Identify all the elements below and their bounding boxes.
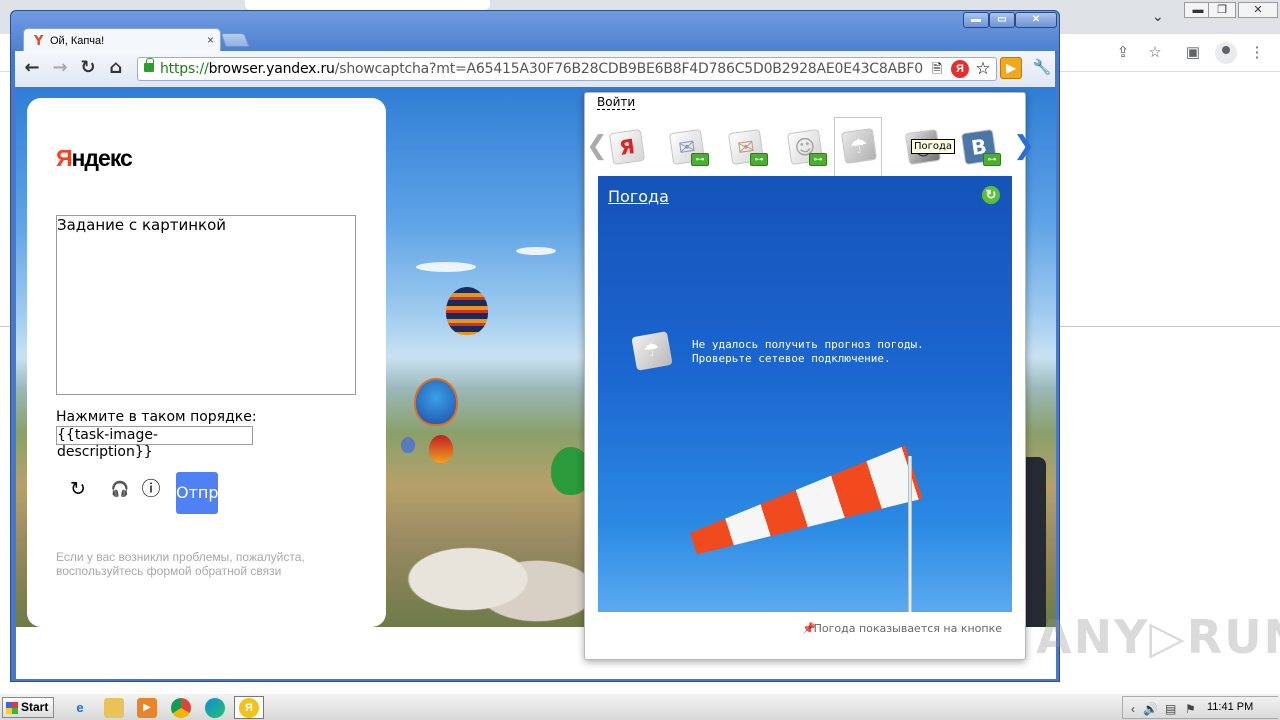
taskbar: Start e ▶ Я ‹ 🔊 ▤ ⚑ 11:41 PM: [0, 693, 1280, 720]
task-image-box[interactable]: Задание с картинкой: [56, 215, 356, 395]
taskbar-active-item[interactable]: Я: [234, 696, 264, 719]
forward-button[interactable]: →: [49, 57, 71, 79]
windsock-pole: [908, 456, 912, 612]
help-text[interactable]: Если у вас возникли проблемы, пожалуйста…: [56, 550, 326, 578]
browser-toolbar: ← → ↻ ⌂ https://browser.yandex.ru/showca…: [15, 51, 1055, 87]
weather-error-message: Не удалось получить прогноз погоды. Пров…: [692, 338, 924, 366]
order-description: {{task-image-description}}: [56, 426, 253, 460]
captcha-card: Яндекс Задание с картинкой Нажмите в так…: [27, 98, 386, 627]
service-yandex[interactable]: Я: [603, 125, 651, 167]
bookmark-star-icon[interactable]: ☆: [1144, 42, 1166, 64]
clock[interactable]: 11:41 PM: [1207, 701, 1253, 713]
yandex-logo: Яндекс: [56, 145, 133, 171]
folder-icon[interactable]: [104, 698, 124, 718]
hot-air-balloon: [414, 378, 458, 426]
refresh-icon[interactable]: ↻: [982, 186, 1000, 204]
weather-umbrella-icon: ☂: [631, 331, 673, 371]
side-panel-icon[interactable]: ▣: [1182, 42, 1204, 64]
tab-search-chevron-icon[interactable]: ⌄: [1152, 8, 1164, 25]
cloud: [416, 262, 476, 272]
service-letter[interactable]: ✉ ⊶: [722, 125, 770, 167]
network-icon[interactable]: ▤: [1165, 702, 1176, 716]
url-host: browser.yandex.ru: [208, 61, 335, 77]
tray-expand-icon[interactable]: ‹: [1131, 702, 1135, 716]
weather-footer-text[interactable]: Погода показывается на кнопке: [814, 622, 1002, 635]
service-mail[interactable]: ✉ ⊶: [663, 125, 711, 167]
share-icon[interactable]: ⇪: [1112, 42, 1134, 64]
hot-air-balloon: [446, 287, 488, 335]
cloud: [516, 247, 556, 255]
watermark-logo: ANY▷RUN: [1036, 610, 1280, 664]
yandex-bar-popup: Войти ❮ ❯ Я ✉ ⊶ ✉ ⊶ ☺ ⊶ ☂ ◎ В ⊶ Погода П…: [584, 92, 1035, 660]
page-icon[interactable]: 🗎: [928, 60, 946, 78]
yandex-icon: Я: [239, 698, 259, 718]
edge-icon[interactable]: [205, 698, 225, 718]
tab-captcha[interactable]: Y Ой, Капча! ×: [23, 28, 221, 52]
ie-icon[interactable]: e: [70, 698, 90, 718]
lock-icon: [144, 58, 154, 72]
key-icon: ⊶: [691, 153, 709, 166]
yandex-favicon-icon: Y: [34, 34, 44, 49]
scroll-right-arrow-icon[interactable]: ❯: [1013, 133, 1035, 159]
weather-error-line-2: Проверьте сетевое подключение.: [692, 352, 891, 365]
media-icon[interactable]: ▶: [137, 698, 157, 718]
yandex-service-icon: Я: [608, 128, 646, 166]
service-weather[interactable]: ☂: [834, 117, 882, 177]
chrome-icon[interactable]: [171, 698, 191, 718]
url-path: /showcaptcha?mt=A65415A30F76B28CDB9BE6B8…: [334, 61, 924, 77]
new-tab-button[interactable]: [220, 33, 250, 47]
close-window-button[interactable]: ✕: [1015, 12, 1057, 28]
info-icon[interactable]: ⓘ: [140, 478, 162, 500]
maximize-button[interactable]: ▭: [989, 12, 1015, 28]
tab-title: Ой, Капча!: [50, 35, 105, 47]
start-button[interactable]: Start: [2, 697, 54, 718]
service-vk[interactable]: В ⊶: [955, 125, 1003, 167]
url-text[interactable]: https://browser.yandex.ru/showcaptcha?mt…: [160, 61, 924, 77]
key-icon: ⊶: [750, 153, 768, 166]
system-tray: ‹ 🔊 ▤ ⚑: [1122, 696, 1278, 719]
address-bar[interactable]: https://browser.yandex.ru/showcaptcha?mt…: [137, 57, 997, 81]
bg-restore-button[interactable]: ❐: [1208, 2, 1236, 18]
wrench-menu-icon[interactable]: 🔧: [1031, 57, 1053, 79]
weather-error-line-1: Не удалось получить прогноз погоды.: [692, 338, 924, 351]
tooltip: Погода: [911, 139, 956, 154]
hot-air-balloon: [401, 437, 415, 453]
weather-footer: 📌 Погода показывается на кнопке: [598, 612, 1012, 646]
audio-captcha-icon[interactable]: 🎧: [109, 478, 131, 500]
key-icon: ⊶: [809, 153, 827, 166]
reload-captcha-icon[interactable]: ↻: [67, 478, 89, 500]
service-people[interactable]: ☺ ⊶: [781, 125, 829, 167]
back-button[interactable]: ←: [21, 57, 43, 79]
url-scheme: https://: [160, 61, 209, 77]
reload-button[interactable]: ↻: [77, 57, 99, 79]
background-tab[interactable]: [245, 0, 490, 10]
yandex-badge-icon[interactable]: Я: [951, 60, 969, 78]
login-link[interactable]: Войти: [597, 96, 636, 110]
profile-avatar[interactable]: [1215, 42, 1237, 64]
submit-button[interactable]: Отправить: [176, 472, 218, 514]
star-icon[interactable]: ☆: [974, 60, 992, 78]
menu-kebab-icon[interactable]: ⋮: [1246, 42, 1268, 64]
rock-formations: [376, 507, 606, 627]
flag-icon[interactable]: ⚑: [1185, 702, 1196, 716]
umbrella-icon: ☂: [840, 127, 878, 165]
order-label: Нажмите в таком порядке:: [56, 409, 257, 425]
hot-air-balloon: [429, 435, 453, 463]
task-heading: Задание с картинкой: [57, 216, 226, 234]
weather-panel: Погода ↻ ☂ Не удалось получить прогноз п…: [598, 176, 1012, 612]
tab-close-icon[interactable]: ×: [207, 33, 214, 47]
home-button[interactable]: ⌂: [105, 57, 127, 79]
bg-close-button[interactable]: ✕: [1238, 2, 1278, 18]
weather-title-link[interactable]: Погода: [608, 187, 669, 206]
windsock-image: [685, 445, 923, 570]
volume-icon[interactable]: 🔊: [1143, 702, 1158, 716]
minimize-button[interactable]: ▬: [963, 12, 989, 28]
yandex-bar-extension-button[interactable]: ▶: [1000, 57, 1022, 79]
key-icon: ⊶: [983, 153, 1001, 166]
